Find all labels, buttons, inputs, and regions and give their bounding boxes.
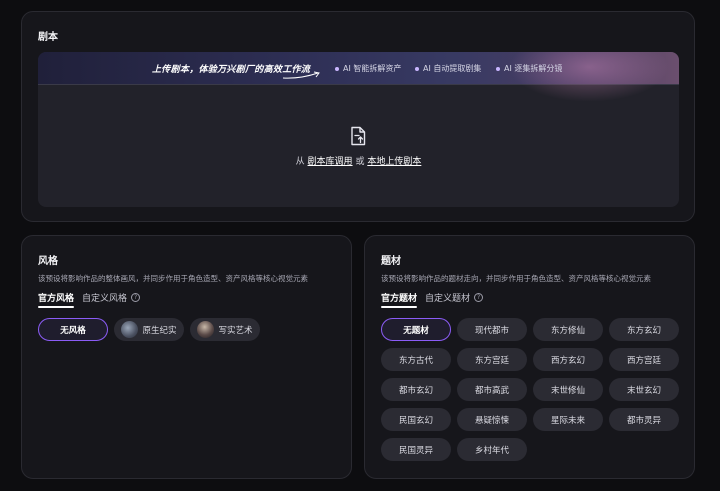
subject-option-label: 无题材: [403, 325, 429, 336]
banner-feature-3: AI 逐集拆解分镜: [496, 63, 562, 74]
style-option-label: 原生纪实: [142, 325, 177, 336]
script-panel: 剧本 上传剧本，体验万兴剧厂的高效工作流 AI 智能拆解资产 AI 自动提取剧集…: [21, 11, 695, 222]
subject-tabs: 官方题材 自定义题材 ?: [381, 291, 484, 308]
style-option-documentary[interactable]: 原生纪实: [114, 318, 184, 341]
subject-option[interactable]: 都市高武: [457, 378, 527, 401]
subject-panel-description: 该预设将影响作品的题材走向，并同步作用于角色造型、资产风格等核心视觉元素: [381, 274, 651, 283]
bullet-icon: [415, 66, 419, 71]
subject-option-label: 末世玄幻: [626, 385, 661, 396]
banner-glow: [509, 52, 669, 102]
subject-option[interactable]: 东方宫廷: [457, 348, 527, 371]
tab-official-subject[interactable]: 官方题材: [381, 291, 418, 308]
subject-option-label: 现代都市: [474, 325, 509, 336]
subject-option-label: 都市灵异: [626, 415, 661, 426]
subject-option-label: 东方古代: [398, 355, 433, 366]
subject-option[interactable]: 星际未来: [533, 408, 603, 431]
subject-option[interactable]: 悬疑惊悚: [457, 408, 527, 431]
subject-option[interactable]: 末世玄幻: [609, 378, 679, 401]
subject-option[interactable]: 民国玄幻: [381, 408, 451, 431]
subject-option[interactable]: 无题材: [381, 318, 451, 341]
tab-custom-style[interactable]: 自定义风格: [82, 291, 127, 308]
subject-option[interactable]: 都市灵异: [609, 408, 679, 431]
bullet-icon: [335, 66, 339, 71]
tab-custom-subject[interactable]: 自定义题材: [425, 291, 470, 308]
style-thumbnail-icon: [121, 321, 139, 338]
style-tabs: 官方风格 自定义风格 ?: [38, 291, 141, 308]
subject-option-label: 西方玄幻: [550, 355, 585, 366]
banner-feature-2: AI 自动提取剧集: [415, 63, 481, 74]
subject-option[interactable]: 东方古代: [381, 348, 451, 371]
script-upload-area[interactable]: 上传剧本，体验万兴剧厂的高效工作流 AI 智能拆解资产 AI 自动提取剧集 AI…: [38, 52, 679, 207]
subject-option-label: 民国玄幻: [398, 415, 433, 426]
subject-option-label: 东方玄幻: [626, 325, 661, 336]
style-thumbnail-icon: [197, 321, 215, 338]
subject-option[interactable]: 西方宫廷: [609, 348, 679, 371]
style-panel-description: 该预设将影响作品的整体画风，并同步作用于角色造型、资产风格等核心视觉元素: [38, 274, 308, 283]
subject-option-label: 东方宫廷: [474, 355, 509, 366]
style-panel-title: 风格: [38, 256, 58, 267]
subject-option-label: 都市高武: [474, 385, 509, 396]
subject-option-label: 西方宫廷: [626, 355, 661, 366]
style-option-label: 无风格: [60, 325, 86, 336]
subject-option[interactable]: 都市玄幻: [381, 378, 451, 401]
help-icon[interactable]: ?: [131, 293, 141, 302]
file-upload-icon: [351, 126, 366, 146]
subject-option[interactable]: 现代都市: [457, 318, 527, 341]
subject-option[interactable]: 东方修仙: [533, 318, 603, 341]
subject-option[interactable]: 东方玄幻: [609, 318, 679, 341]
subject-option[interactable]: 民国灵异: [381, 438, 451, 461]
tab-official-style[interactable]: 官方风格: [38, 291, 75, 308]
upload-instructions: 从 剧本库调用 或 本地上传剧本: [38, 154, 679, 167]
subject-option-label: 星际未来: [550, 415, 585, 426]
upload-or: 或: [355, 157, 365, 167]
promo-banner: 上传剧本，体验万兴剧厂的高效工作流 AI 智能拆解资产 AI 自动提取剧集 AI…: [38, 52, 679, 102]
subject-option-label: 悬疑惊悚: [474, 415, 509, 426]
subject-option[interactable]: 西方玄幻: [533, 348, 603, 371]
style-option-label: 写实艺术: [218, 325, 253, 336]
swoosh-arrow-icon: [282, 71, 320, 79]
subject-panel: 题材 该预设将影响作品的题材走向，并同步作用于角色造型、资产风格等核心视觉元素 …: [364, 235, 695, 479]
local-upload-link[interactable]: 本地上传剧本: [367, 157, 421, 167]
script-panel-title: 剧本: [38, 32, 58, 43]
bullet-icon: [496, 66, 500, 71]
style-panel: 风格 该预设将影响作品的整体画风，并同步作用于角色造型、资产风格等核心视觉元素 …: [21, 235, 352, 479]
subject-option-label: 末世修仙: [550, 385, 585, 396]
script-library-link[interactable]: 剧本库调用: [308, 157, 353, 167]
banner-feature-1: AI 智能拆解资产: [335, 63, 401, 74]
subject-option-label: 都市玄幻: [398, 385, 433, 396]
upload-prefix: 从: [295, 157, 305, 167]
subject-option[interactable]: 末世修仙: [533, 378, 603, 401]
subject-option-label: 民国灵异: [398, 445, 433, 456]
subject-panel-title: 题材: [381, 256, 401, 267]
style-option-realistic-art[interactable]: 写实艺术: [190, 318, 260, 341]
banner-feature-label: AI 自动提取剧集: [423, 64, 482, 73]
subject-option-label: 乡村年代: [474, 445, 509, 456]
banner-feature-label: AI 智能拆解资产: [343, 64, 402, 73]
banner-feature-label: AI 逐集拆解分镜: [504, 64, 563, 73]
style-option-none[interactable]: 无风格: [38, 318, 108, 341]
subject-option[interactable]: 乡村年代: [457, 438, 527, 461]
subject-option-label: 东方修仙: [550, 325, 585, 336]
help-icon[interactable]: ?: [474, 293, 484, 302]
